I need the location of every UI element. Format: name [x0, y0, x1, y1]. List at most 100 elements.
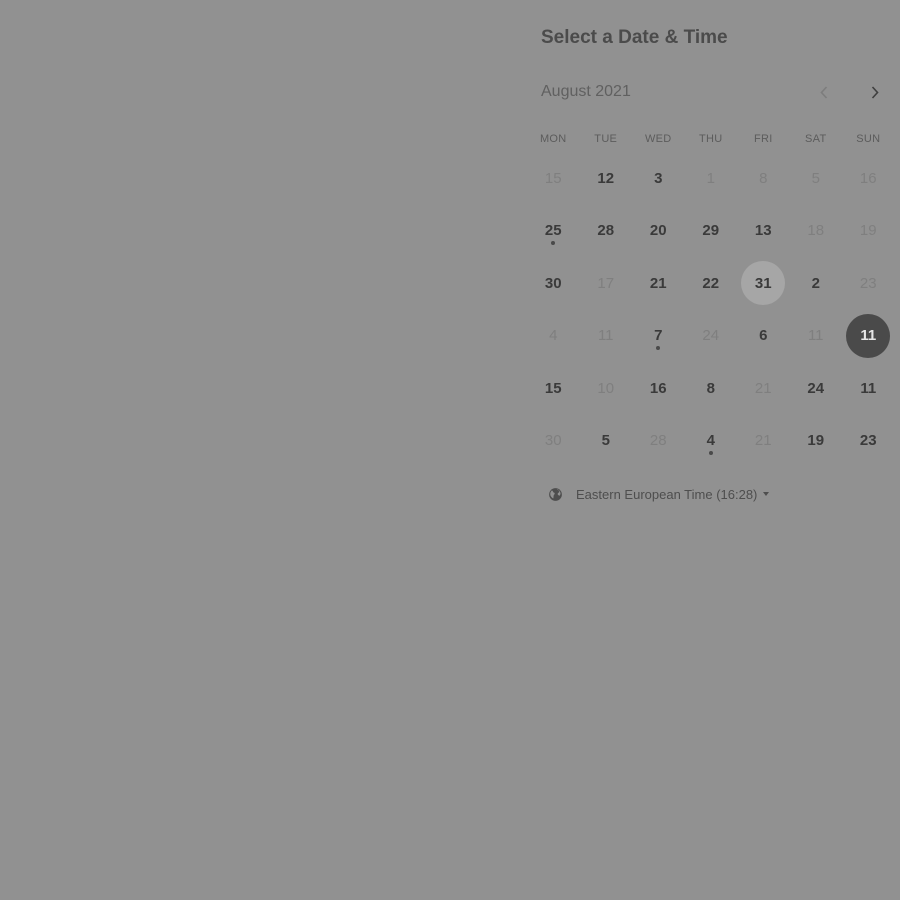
calendar-cell: 2 — [790, 257, 843, 310]
calendar-cell: 18 — [790, 205, 843, 258]
weekday-thu: THU — [698, 133, 723, 145]
calendar-cell: 6 — [737, 310, 790, 363]
weekday-sat: SAT — [805, 133, 827, 145]
calendar-day: 30 — [544, 432, 562, 450]
calendar-day[interactable]: 22 — [689, 261, 733, 305]
weekday-mon: MON — [539, 133, 567, 145]
calendar-cell: 21 — [737, 415, 790, 468]
calendar-day[interactable]: 4 — [689, 419, 733, 463]
calendar-cell: 25 — [527, 205, 580, 258]
calendar-cell: 12 — [580, 152, 633, 205]
calendar-day: 16 — [859, 169, 877, 187]
calendar-day[interactable]: 3 — [636, 156, 680, 200]
calendar-day[interactable]: 24 — [794, 366, 838, 410]
calendar-day: 11 — [597, 327, 614, 345]
calendar-day: 24 — [702, 327, 720, 345]
calendar-day[interactable]: 13 — [741, 209, 785, 253]
calendar-cell: 30 — [527, 257, 580, 310]
calendar-cell: 15 — [527, 152, 580, 205]
timezone-label: Eastern European Time (16:28) — [576, 486, 758, 502]
caret-down-icon — [763, 492, 770, 496]
calendar-cell: 11 — [842, 310, 895, 363]
timezone-selector[interactable]: Eastern European Time (16:28) — [548, 485, 770, 503]
calendar-day[interactable]: 12 — [584, 156, 628, 200]
weekday-header: MON TUE WED THU FRI SAT SUN — [527, 133, 895, 145]
month-label: August 2021 — [541, 83, 631, 100]
calendar-cell: 30 — [527, 415, 580, 468]
calendar-cell: 24 — [685, 310, 738, 363]
calendar-day-selected[interactable]: 11 — [846, 313, 891, 358]
calendar-cell: 4 — [685, 415, 738, 468]
chevron-left-icon — [820, 85, 828, 99]
calendar-cell: 7 — [632, 310, 685, 363]
calendar-cell: 21 — [632, 257, 685, 310]
calendar-day: 17 — [597, 274, 615, 292]
calendar-cell: 22 — [685, 257, 738, 310]
calendar-cell: 24 — [790, 362, 843, 415]
calendar-cell: 4 — [527, 310, 580, 363]
month-navigation: August 2021 — [541, 82, 900, 102]
calendar-day[interactable]: 7 — [636, 314, 680, 358]
calendar-day[interactable]: 20 — [636, 209, 680, 253]
calendar-day[interactable]: 30 — [531, 261, 575, 305]
calendar-day[interactable]: 28 — [584, 209, 628, 253]
weekday-sun: SUN — [856, 133, 881, 145]
previous-month-button[interactable] — [813, 82, 835, 102]
calendar-cell: 1 — [685, 152, 738, 205]
availability-dot — [708, 450, 713, 455]
calendar-day[interactable]: 6 — [741, 314, 785, 358]
calendar-day[interactable]: 8 — [689, 366, 733, 410]
calendar-cell: 11 — [580, 310, 633, 363]
calendar-day[interactable]: 5 — [584, 419, 628, 463]
calendar-cell: 10 — [580, 362, 633, 415]
calendar-cell: 5 — [790, 152, 843, 205]
calendar-cell: 3 — [632, 152, 685, 205]
calendar-day: 18 — [807, 222, 825, 240]
next-month-button[interactable] — [864, 82, 886, 102]
calendar-cell: 16 — [632, 362, 685, 415]
calendar-day: 23 — [859, 274, 877, 292]
calendar-cell: 23 — [842, 415, 895, 468]
calendar-day: 1 — [706, 169, 715, 187]
calendar-cell: 8 — [685, 362, 738, 415]
availability-dot — [551, 240, 556, 245]
calendar-day: 11 — [807, 327, 824, 345]
calendar-cell: 23 — [842, 257, 895, 310]
calendar-day: 10 — [597, 379, 615, 397]
availability-dot — [656, 345, 661, 350]
calendar-cell: 19 — [842, 205, 895, 258]
calendar-day[interactable]: 2 — [794, 261, 838, 305]
calendar-cell: 11 — [790, 310, 843, 363]
calendar-day: 28 — [649, 432, 667, 450]
calendar-cell: 15 — [527, 362, 580, 415]
scheduler-panel: Select a Date & Time August 2021 MON TUE… — [540, 0, 900, 900]
calendar-cell: 11 — [842, 362, 895, 415]
calendar-day: 8 — [759, 169, 768, 187]
calendar-cell: 13 — [737, 205, 790, 258]
calendar-day[interactable]: 15 — [531, 366, 575, 410]
calendar-cell: 31 — [737, 257, 790, 310]
calendar-cell: 5 — [580, 415, 633, 468]
page-title: Select a Date & Time — [541, 27, 728, 48]
calendar-day-today[interactable]: 31 — [741, 261, 786, 306]
calendar-day[interactable]: 23 — [846, 419, 890, 463]
calendar-day: 15 — [544, 169, 562, 187]
chevron-right-icon — [871, 85, 879, 99]
calendar-day: 4 — [549, 327, 558, 345]
calendar-cell: 19 — [790, 415, 843, 468]
calendar-cell: 20 — [632, 205, 685, 258]
calendar-day[interactable]: 11 — [846, 366, 890, 410]
calendar-day[interactable]: 19 — [794, 419, 838, 463]
calendar-cell: 29 — [685, 205, 738, 258]
calendar-day[interactable]: 25 — [531, 209, 575, 253]
calendar-day: 21 — [754, 432, 772, 450]
weekday-tue: TUE — [594, 133, 618, 145]
globe-icon — [548, 486, 564, 502]
calendar-cell: 28 — [632, 415, 685, 468]
calendar-cell: 16 — [842, 152, 895, 205]
calendar-day[interactable]: 21 — [636, 261, 680, 305]
calendar-cell: 21 — [737, 362, 790, 415]
calendar-day[interactable]: 16 — [636, 366, 680, 410]
calendar-days-grid: 15 12 3 1 8 5 16 25 28 20 29 13 18 19 30 17 21 22 31 2 23 4 11… — [527, 152, 895, 467]
calendar-day[interactable]: 29 — [689, 209, 733, 253]
